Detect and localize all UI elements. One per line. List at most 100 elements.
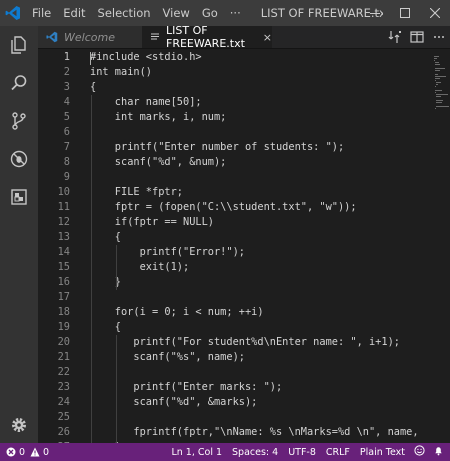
split-editor-icon: [410, 31, 424, 43]
activity-bar: [0, 26, 38, 443]
code-line: printf("Error!");: [90, 246, 245, 258]
line-number: 14: [57, 246, 70, 258]
language-mode[interactable]: Plain Text: [355, 447, 410, 458]
eol-setting[interactable]: CRLF: [321, 447, 355, 458]
code-line: {: [90, 321, 121, 333]
line-number: 5: [63, 111, 70, 123]
line-number: 9: [63, 171, 70, 183]
line-number: 17: [57, 291, 70, 303]
search-icon: [11, 75, 27, 91]
settings-gear-icon: [12, 418, 26, 432]
line-number: 10: [57, 186, 70, 198]
code-line: exit(1);: [90, 261, 190, 273]
line-number: 12: [57, 216, 70, 228]
indent-guide: [115, 335, 117, 443]
open-changes-button[interactable]: [384, 26, 406, 48]
code-line: char name[50];: [90, 96, 202, 108]
encoding-setting[interactable]: UTF-8: [283, 447, 321, 458]
minimap-line: [435, 70, 441, 71]
line-number: 20: [57, 336, 70, 348]
text-cursor: [90, 52, 91, 65]
minimap-line: [434, 56, 440, 57]
tab-list-of-freeware[interactable]: LIST OF FREEWARE.txt ×: [142, 24, 272, 50]
debug-button[interactable]: [0, 140, 38, 178]
tab-welcome[interactable]: Welcome: [38, 26, 142, 48]
minimap-line: [435, 90, 442, 91]
line-number: 7: [63, 141, 70, 153]
minimap-line: [435, 64, 441, 65]
code-line: fptr = (fopen("C:\\student.txt", "w"));: [90, 201, 357, 213]
line-number: 13: [57, 231, 70, 243]
tab-bar: Welcome LIST OF FREEWARE.txt ×: [38, 24, 450, 50]
split-editor-button[interactable]: [406, 26, 428, 48]
code-line: printf("Enter number of students: ");: [90, 141, 345, 153]
code-line: {: [90, 81, 97, 93]
line-number: 23: [57, 381, 70, 393]
line-number: 18: [57, 306, 70, 318]
menu-view[interactable]: View: [157, 0, 196, 26]
maximize-button[interactable]: [390, 0, 420, 26]
minimap-line: [435, 94, 448, 95]
line-number: 19: [57, 321, 70, 333]
smiley-icon: [414, 445, 425, 456]
cursor-position[interactable]: Ln 1, Col 1: [166, 447, 227, 458]
status-bar: 0 0 Ln 1, Col 1 Spaces: 4 UTF-8 CRLF Pla…: [0, 443, 450, 461]
error-icon: [6, 447, 16, 457]
ellipsis-icon: [434, 36, 444, 38]
minimap-line: [434, 58, 437, 59]
minimap-line: [435, 74, 439, 75]
problems-indicator[interactable]: 0 0: [6, 447, 49, 458]
search-button[interactable]: [0, 64, 38, 102]
minimap-line: [436, 84, 439, 85]
minimap[interactable]: [434, 48, 450, 443]
title-bar: File Edit Selection View Go ··· LIST OF …: [0, 0, 450, 26]
indentation-setting[interactable]: Spaces: 4: [227, 447, 283, 458]
code-editor[interactable]: 1 2 3 4 5 6 7 8 9 10 11 12 13 14 15 16 17 18 19 20 21 22 23 24 2…: [38, 48, 450, 443]
minimap-line: [435, 76, 447, 77]
line-number: 24: [57, 396, 70, 408]
feedback-button[interactable]: [410, 445, 429, 459]
line-number: 21: [57, 351, 70, 363]
minimize-button[interactable]: [360, 0, 390, 26]
minimap-line: [435, 106, 449, 107]
extensions-icon: [11, 189, 27, 205]
line-number: 11: [57, 201, 70, 213]
code-line: printf("Enter marks: ");: [90, 381, 283, 393]
code-line: int main(): [90, 66, 152, 78]
code-area[interactable]: #include <stdio.h> int main() { char name[…: [90, 48, 434, 443]
explorer-button[interactable]: [0, 26, 38, 64]
extensions-button[interactable]: [0, 178, 38, 216]
code-line: for(i = 0; i < num; ++i): [90, 306, 264, 318]
warning-count: 0: [43, 446, 50, 458]
line-number: 15: [57, 261, 70, 273]
menu-more[interactable]: ···: [224, 0, 247, 26]
menu-file[interactable]: File: [26, 0, 57, 26]
source-control-button[interactable]: [0, 102, 38, 140]
code-line: fprintf(fptr,"\nName: %s \nMarks=%d \n",…: [90, 426, 419, 438]
minimap-line: [435, 62, 440, 63]
line-number: 1: [63, 51, 70, 63]
notifications-button[interactable]: [429, 445, 450, 459]
indent-guide: [91, 95, 92, 443]
close-window-button[interactable]: [420, 0, 450, 26]
settings-button[interactable]: [0, 406, 38, 444]
source-control-icon: [12, 112, 26, 130]
tab-welcome-label: Welcome: [64, 30, 115, 44]
line-number: 26: [57, 426, 70, 438]
menu-selection[interactable]: Selection: [92, 0, 157, 26]
line-number: 8: [63, 156, 70, 168]
vscode-logo-icon: [0, 0, 26, 26]
menu-go[interactable]: Go: [196, 0, 224, 26]
bell-icon: [435, 447, 442, 456]
debug-icon: [10, 150, 28, 168]
close-icon: [430, 8, 440, 18]
line-number: 25: [57, 411, 70, 423]
minimap-line: [435, 68, 446, 69]
tab-close-button[interactable]: ×: [263, 31, 272, 44]
line-number: 16: [57, 276, 70, 288]
line-number: 3: [63, 81, 70, 93]
more-actions-button[interactable]: [428, 26, 450, 48]
menu-edit[interactable]: Edit: [57, 0, 91, 26]
maximize-icon: [400, 8, 410, 18]
minimap-line: [436, 82, 441, 83]
